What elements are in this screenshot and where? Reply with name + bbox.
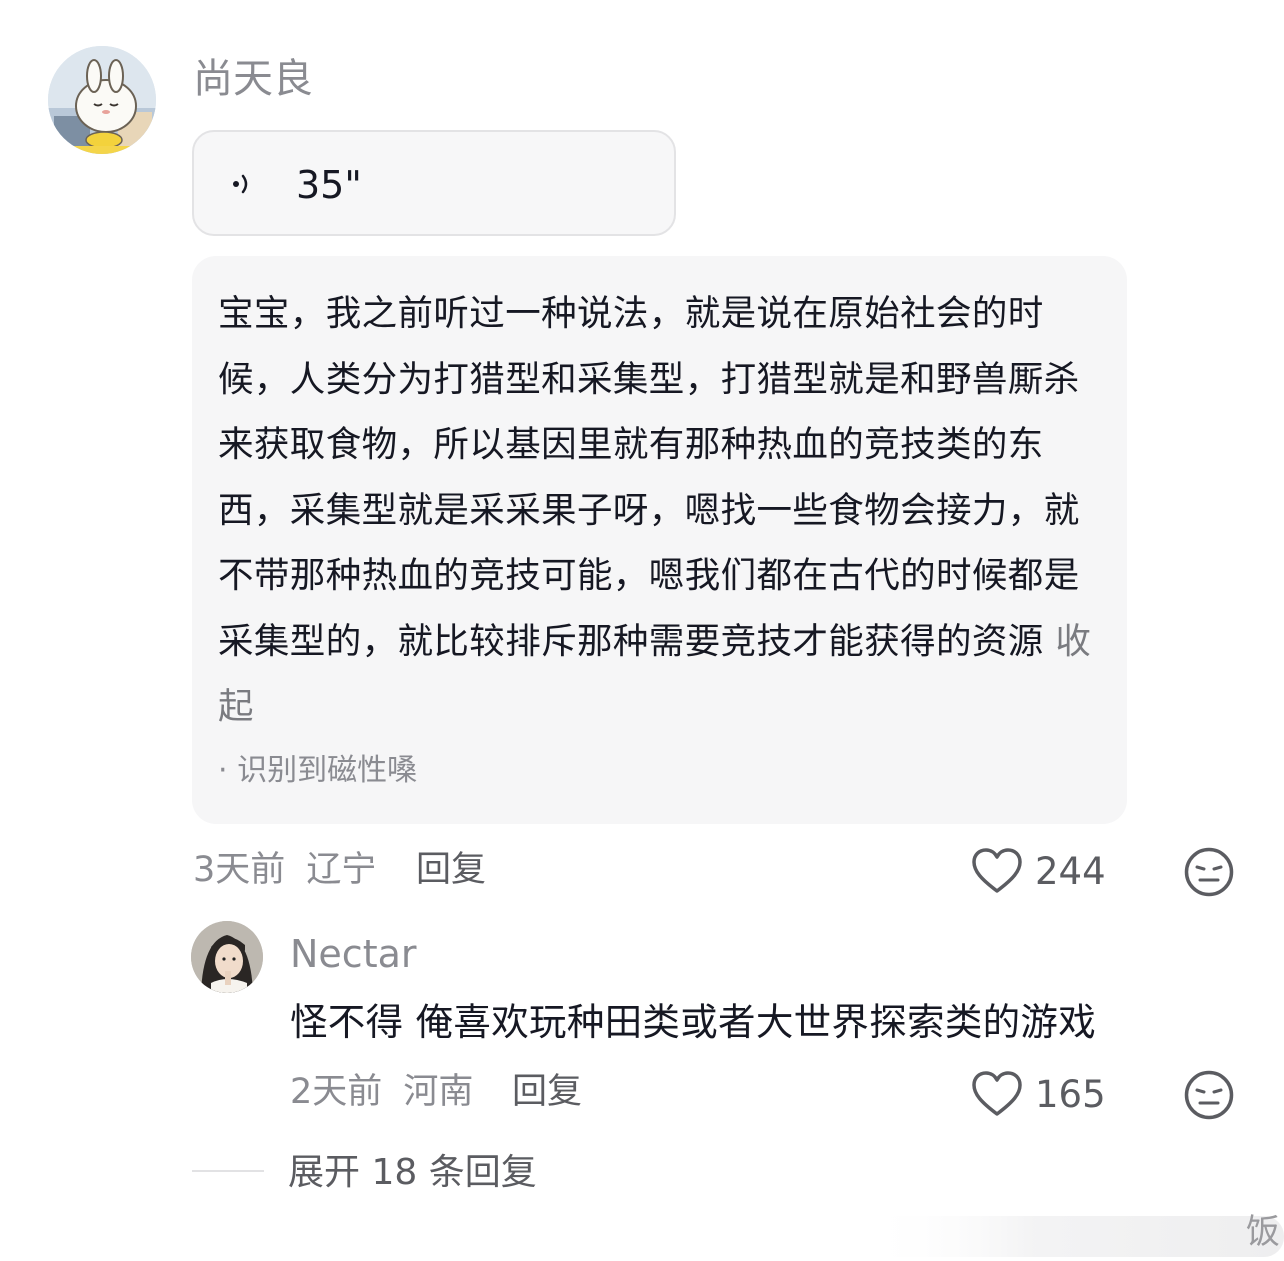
reply-button[interactable]: 回复 (416, 848, 486, 892)
voice-duration: 35" (296, 163, 362, 207)
reply-text: 怪不得 俺喜欢玩种田类或者大世界探索类的游戏 (290, 1000, 1097, 1044)
voice-recognition-note: · 识别到磁性嗓 (218, 753, 418, 788)
avatar-image (48, 46, 156, 154)
like-count: 244 (1035, 850, 1106, 893)
reply-avatar[interactable] (191, 921, 263, 993)
expand-replies-button[interactable]: 展开 18 条回复 (288, 1150, 537, 1196)
dislike-face-icon[interactable] (1183, 846, 1235, 898)
sound-wave-icon (233, 174, 248, 194)
reply-dislike-face-icon[interactable] (1183, 1069, 1235, 1121)
comment-meta: 3天前 辽宁 (193, 848, 376, 892)
avatar[interactable] (48, 46, 156, 154)
reply-avatar-image (191, 921, 263, 993)
voice-message[interactable]: 35" (192, 130, 676, 236)
reply-reply-button[interactable]: 回复 (512, 1070, 582, 1114)
watermark-graphic (866, 1216, 1284, 1257)
comment-username[interactable]: 尚天良 (193, 54, 313, 104)
heart-icon[interactable] (971, 847, 1023, 895)
watermark: 饭 (866, 1208, 1284, 1257)
watermark-text: 饭 (1246, 1212, 1280, 1252)
reply-username[interactable]: Nectar (290, 930, 417, 978)
comment-time: 3天前 (193, 850, 286, 890)
transcript-text: 宝宝，我之前听过一种说法，就是说在原始社会的时候，人类分为打猎型和采集型，打猎型… (218, 281, 1108, 740)
reply-location: 河南 (403, 1072, 474, 1112)
expand-divider (192, 1170, 264, 1172)
reply-heart-icon[interactable] (971, 1070, 1023, 1118)
transcript-body: 宝宝，我之前听过一种说法，就是说在原始社会的时候，人类分为打猎型和采集型，打猎型… (218, 293, 1080, 662)
reply-meta: 2天前 河南 (290, 1070, 473, 1114)
comment-location: 辽宁 (306, 850, 377, 890)
reply-like-count: 165 (1035, 1073, 1106, 1116)
voice-transcript: 宝宝，我之前听过一种说法，就是说在原始社会的时候，人类分为打猎型和采集型，打猎型… (192, 256, 1127, 824)
reply-time: 2天前 (290, 1072, 383, 1112)
